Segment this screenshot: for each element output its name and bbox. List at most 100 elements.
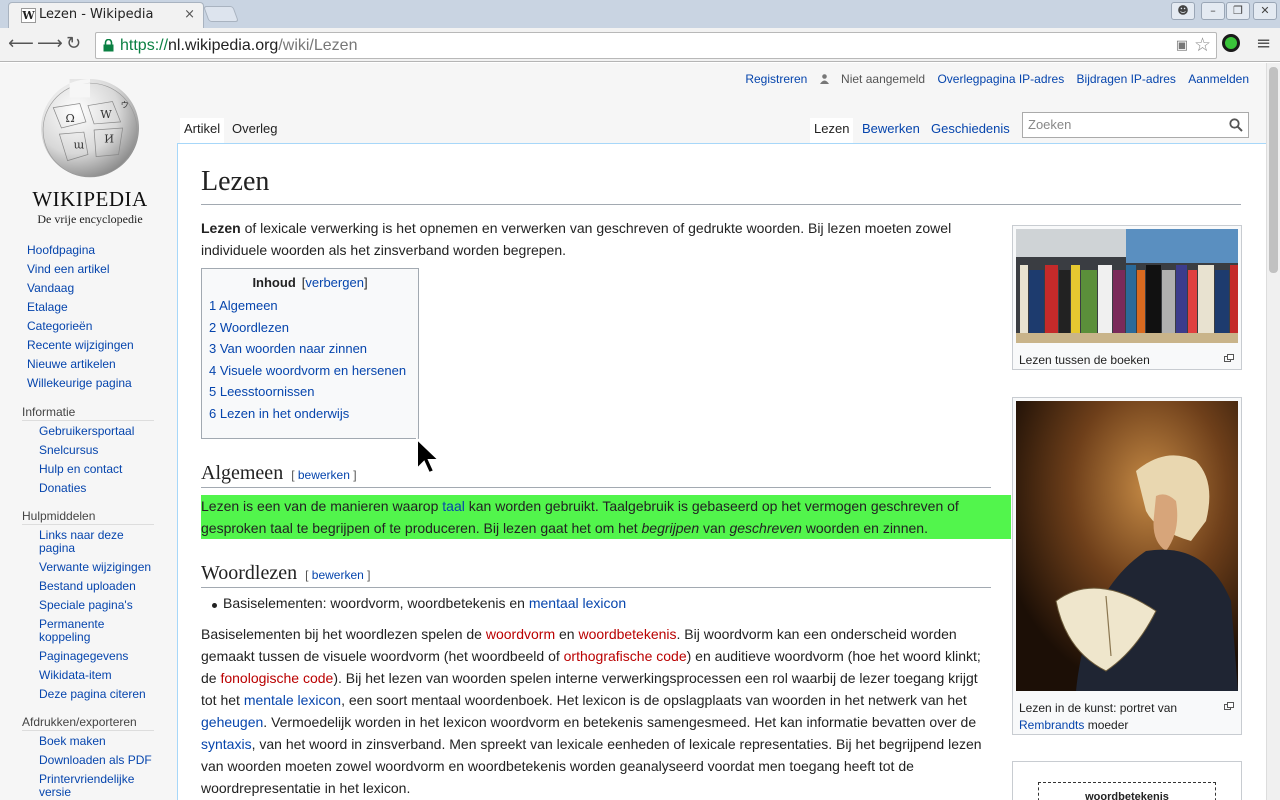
redlink-fonologische-code[interactable]: fonologische code [220,670,333,686]
sidebar-item-related-changes[interactable]: Verwante wijzigingen [39,560,151,574]
lock-icon [103,39,114,52]
sidebar-divider [22,524,154,525]
search-icon[interactable] [1229,118,1243,132]
sidebar-item-new-articles[interactable]: Nieuwe artikelen [27,357,116,371]
tab-active[interactable]: W Lezen - Wikipedia × [8,2,204,29]
figure-caption: Lezen in de kunst: portret van [1019,701,1178,715]
back-icon[interactable]: ⟵ [8,34,34,54]
extension-icon[interactable] [1222,34,1240,52]
sidebar-item-cite-page[interactable]: Deze pagina citeren [39,687,146,701]
sidebar-item-random-page[interactable]: Willekeurige pagina [27,376,132,390]
ip-talk-link[interactable]: Overlegpagina IP-adres [937,72,1064,86]
toc-item[interactable]: 3 Van woorden naar zinnen [209,341,367,356]
svg-text:ウ: ウ [121,100,129,110]
tab-talk[interactable]: Overleg [228,118,282,144]
login-link[interactable]: Aanmelden [1188,72,1249,86]
reload-icon[interactable]: ↻ [66,34,81,54]
sidebar-item-find-article[interactable]: Vind een artikel [27,262,110,276]
toc-item[interactable]: 6 Lezen in het onderwijs [209,406,349,421]
sidebar-item-main-page[interactable]: Hoofdpagina [27,243,95,257]
svg-text:ɯ: ɯ [74,138,85,151]
sidebar-item-help[interactable]: Hulp en contact [39,462,122,476]
link-mentale-lexicon[interactable]: mentale lexicon [244,692,341,708]
sidebar-item-page-info[interactable]: Paginagegevens [39,649,128,663]
redlink-orthografische-code[interactable]: orthografische code [564,648,687,664]
sidebar-item-donations[interactable]: Donaties [39,481,86,495]
sidebar-item-printable[interactable]: Printervriendelijke versie [39,772,134,799]
sidebar-item-categories[interactable]: Categorieën [27,319,92,333]
wikipedia-wordmark: WIKIPEDIA [32,187,148,211]
profile-button[interactable]: ☻ [1171,2,1195,20]
tab-edit[interactable]: Bewerken [858,118,924,144]
tab-article[interactable]: Artikel [180,118,225,144]
sidebar-item-download-pdf[interactable]: Downloaden als PDF [39,753,152,767]
painting-image[interactable] [1016,401,1238,691]
edit-section-link[interactable]: bewerken [312,568,364,582]
toc-toggle-link[interactable]: verbergen [305,275,364,290]
edit-section-link[interactable]: bewerken [298,468,350,482]
tab-title: Lezen - Wikipedia [39,7,154,22]
register-link[interactable]: Registreren [745,72,807,86]
figure-caption: Lezen tussen de boeken [1019,353,1150,367]
article-content: Lezen Lezen of lexicale verwerking is he… [177,143,1266,800]
translate-icon[interactable]: ▣ [1176,38,1188,53]
section-woordlezen-paragraph: Basiselementen bij het woordlezen spelen… [201,626,982,796]
tab-close-icon[interactable]: × [184,3,195,27]
tab-read[interactable]: Lezen [810,118,854,144]
sidebar-item-special-pages[interactable]: Speciale pagina's [39,598,133,612]
link-geheugen[interactable]: geheugen [201,714,263,730]
redlink-woordvorm[interactable]: woordvorm [486,626,555,642]
sidebar-divider [22,420,154,421]
wikipedia-logo[interactable]: Ω W И ɯ ウ WIKIPEDIA De vrije encyclopedi… [30,77,150,226]
toc-item[interactable]: 5 Leesstoornissen [209,384,315,399]
sidebar-item-wikidata[interactable]: Wikidata-item [39,668,112,682]
vertical-scrollbar[interactable] [1266,63,1280,800]
sidebar-item-showcase[interactable]: Etalage [27,300,68,314]
link-taal[interactable]: taal [442,498,465,514]
svg-text:Ω: Ω [66,112,75,125]
diagram-box-label: woordbetekenis [1038,782,1216,800]
browser-toolbar: ⟵ ⟶ ↻ https://nl.wikipedia.org/wiki/Leze… [0,28,1280,62]
window-close-button[interactable]: ✕ [1253,2,1277,20]
minimize-button[interactable]: – [1201,2,1225,20]
sidebar-heading-tools: Hulpmiddelen [22,509,96,523]
new-tab-button[interactable] [203,6,239,22]
sidebar-item-quick-course[interactable]: Snelcursus [39,443,98,457]
bookmark-star-icon[interactable]: ☆ [1194,34,1211,56]
enlarge-icon[interactable] [1224,702,1234,710]
link-rembrandts[interactable]: Rembrandts [1019,718,1084,732]
sidebar-item-community-portal[interactable]: Gebruikersportaal [39,424,134,438]
toc-item[interactable]: 4 Visuele woordvorm en hersenen [209,363,406,378]
sidebar-item-create-book[interactable]: Boek maken [39,734,106,748]
figure-books: Lezen tussen de boeken [1012,225,1242,370]
sidebar-tools-list: Links naar deze pagina Verwante wijzigin… [39,529,159,707]
tab-history[interactable]: Geschiedenis [927,118,1014,144]
enlarge-icon[interactable] [1224,354,1234,362]
sidebar-heading-info: Informatie [22,405,76,419]
bookshelf-image[interactable] [1016,229,1242,343]
section-heading-woordlezen: Woordlezen[ bewerken ] [201,562,991,588]
sidebar-item-permanent-link[interactable]: Permanente koppeling [39,617,104,644]
address-bar[interactable]: https://nl.wikipedia.org/wiki/Lezen ▣ ☆ [95,32,1217,59]
sidebar-print-list: Boek maken Downloaden als PDF Printervri… [39,735,159,800]
wikipedia-page: Registreren Niet aangemeld Overlegpagina… [0,63,1266,800]
sidebar-item-what-links-here[interactable]: Links naar deze pagina [39,528,124,555]
forward-icon[interactable]: ⟶ [37,34,63,54]
sidebar-item-today[interactable]: Vandaag [27,281,74,295]
menu-icon[interactable]: ≡ [1256,33,1271,54]
ip-contribs-link[interactable]: Bijdragen IP-adres [1077,72,1176,86]
sidebar-item-upload-file[interactable]: Bestand uploaden [39,579,136,593]
restore-button[interactable]: ❐ [1226,2,1250,20]
scrollbar-thumb[interactable] [1269,67,1278,273]
wikipedia-favicon-icon: W [21,8,36,23]
toc-item[interactable]: 2 Woordlezen [209,320,289,335]
toc-item[interactable]: 1 Algemeen [209,298,278,313]
user-icon [819,74,829,84]
section-heading-algemeen: Algemeen[ bewerken ] [201,462,991,488]
link-syntaxis[interactable]: syntaxis [201,736,252,752]
search-input[interactable]: Zoeken [1022,112,1249,138]
link-mentaal-lexicon[interactable]: mentaal lexicon [529,595,626,611]
sidebar-item-recent-changes[interactable]: Recente wijzigingen [27,338,134,352]
redlink-woordbetekenis[interactable]: woordbetekenis [578,626,676,642]
sidebar-navigation: Hoofdpagina Vind een artikel Vandaag Eta… [27,241,134,393]
